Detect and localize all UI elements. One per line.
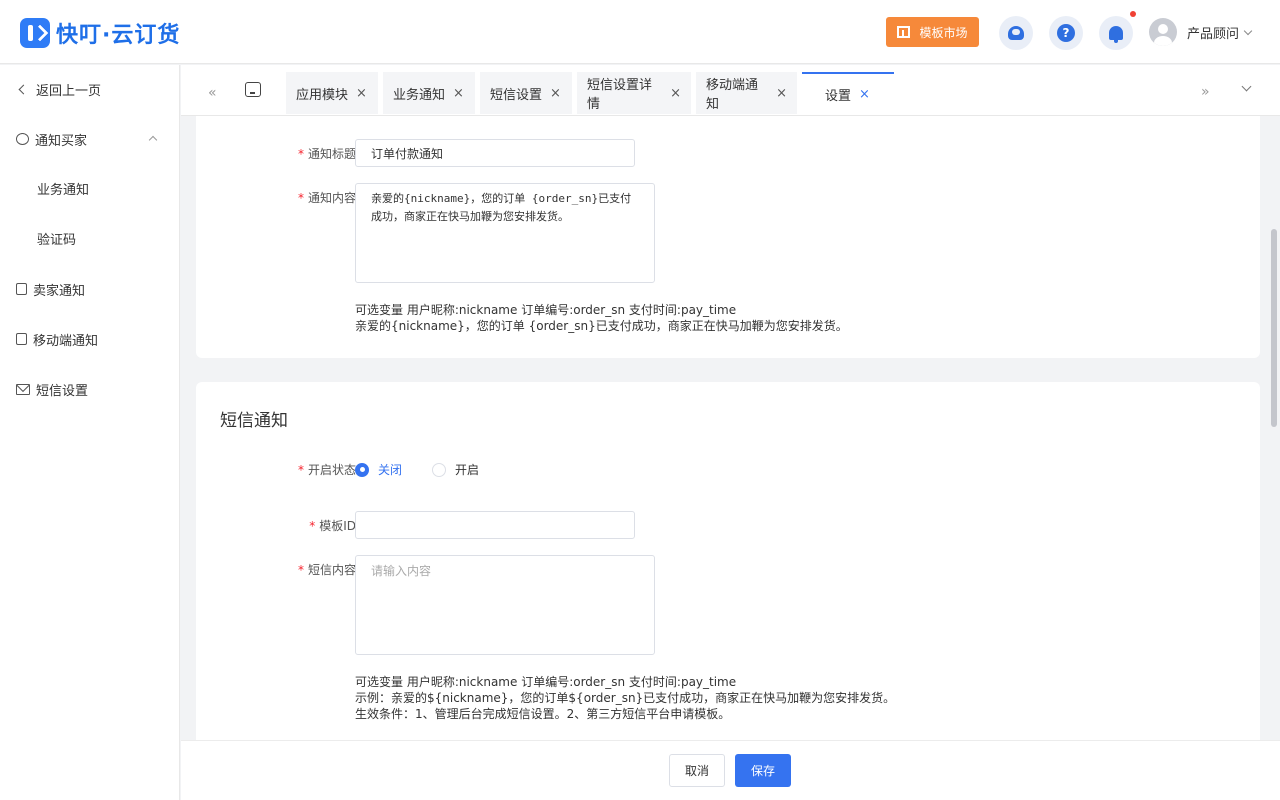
back-link[interactable]: 返回上一页 [0, 69, 179, 109]
cancel-button[interactable]: 取消 [669, 754, 725, 787]
avatar [1149, 18, 1177, 46]
radio-off-label[interactable]: 关闭 [378, 461, 402, 478]
sms-hint-conditions: 生效条件：1、管理后台完成短信设置。2、第三方短信平台申请模板。 [355, 707, 731, 721]
tab-label: 短信设置 [490, 87, 543, 103]
bell-icon [1109, 26, 1123, 43]
footer-bar: 取消 保存 [181, 740, 1280, 800]
template-market-button[interactable]: 模板市场 [886, 17, 979, 47]
top-header: 快叮·云订货 模板市场 ? 产品顾问 [0, 0, 1280, 64]
sidebar-item-sms-settings[interactable]: 短信设置 [0, 369, 179, 409]
close-icon[interactable]: × [670, 86, 681, 101]
tab-mobile-notice[interactable]: 移动端通知 × [696, 72, 797, 114]
notify-content-textarea[interactable]: 亲爱的{nickname}，您的订单 {order_sn}已支付成功，商家正在快… [355, 183, 655, 283]
tab-label: 移动端通知 [706, 78, 759, 112]
close-icon[interactable]: × [859, 87, 870, 102]
tab-app-module[interactable]: 应用模块 × [286, 72, 378, 114]
sidebar-item-notify-seller[interactable]: 卖家通知 [0, 269, 179, 309]
section-title: 短信通知 [220, 411, 288, 431]
sidebar-item-business-notice[interactable]: 业务通知 [0, 168, 179, 208]
template-icon [897, 26, 911, 38]
tabs-bar: « 应用模块 × 业务通知 × 短信设置 × 短信设置详情 × 移动端通知 × … [181, 65, 1280, 116]
scrollbar-thumb[interactable] [1271, 229, 1277, 427]
sidebar-item-label: 验证码 [37, 232, 77, 248]
tab-sms-settings-detail[interactable]: 短信设置详情 × [577, 72, 691, 114]
notify-hint-example: 亲爱的{nickname}，您的订单 {order_sn}已支付成功，商家正在快… [355, 319, 848, 333]
logo-mark-icon [20, 18, 50, 48]
sidebar-item-notify-buyer[interactable]: 通知买家 [0, 119, 179, 159]
sidebar: 返回上一页 通知买家 业务通知 验证码 卖家通知 移动端通知 短信设置 [0, 65, 180, 800]
customer-service-button[interactable] [999, 16, 1033, 50]
status-label: * 开启状态 [297, 463, 356, 477]
sidebar-item-label: 移动端通知 [33, 333, 99, 349]
sms-hint-example: 示例：亲爱的${nickname}，您的订单${order_sn}已支付成功，商… [355, 691, 896, 705]
sidebar-item-label: 通知买家 [35, 133, 88, 149]
chevron-left-icon [18, 84, 29, 94]
user-name: 产品顾问 [1187, 26, 1240, 42]
tab-sms-settings[interactable]: 短信设置 × [480, 72, 572, 114]
content-label: * 通知内容 [297, 191, 356, 205]
sidebar-item-label: 业务通知 [37, 182, 90, 198]
close-icon[interactable]: × [356, 86, 367, 101]
tab-label: 应用模块 [296, 87, 349, 103]
radio-on[interactable] [432, 462, 447, 477]
save-button[interactable]: 保存 [735, 754, 791, 787]
template-market-label: 模板市场 [919, 25, 968, 40]
radio-on-label[interactable]: 开启 [455, 461, 479, 478]
close-icon[interactable]: × [453, 86, 464, 101]
sidebar-item-verification-code[interactable]: 验证码 [0, 218, 179, 258]
sms-content-label: * 短信内容 [297, 563, 356, 577]
close-icon[interactable]: × [550, 86, 561, 101]
tabs-scroll-left-icon[interactable]: « [208, 85, 217, 101]
tab-settings[interactable]: 设置 × [802, 72, 894, 114]
help-icon: ? [1057, 24, 1075, 42]
sms-card: 短信通知 * 开启状态 关闭 开启 * 模板ID * 短信内容 请输入内容 可选变量 … [196, 382, 1260, 740]
headset-icon [1008, 26, 1024, 40]
tab-business-notice[interactable]: 业务通知 × [383, 72, 475, 114]
sms-content-textarea[interactable]: 请输入内容 [355, 555, 655, 655]
tab-label: 设置 [825, 88, 852, 104]
chevron-up-icon [148, 135, 158, 145]
sidebar-item-mobile-notice[interactable]: 移动端通知 [0, 319, 179, 359]
chevron-down-icon[interactable] [1241, 81, 1252, 92]
mail-icon [16, 383, 30, 395]
sidebar-item-label: 卖家通知 [33, 283, 86, 299]
tab-label: 业务通知 [393, 87, 446, 103]
back-label: 返回上一页 [36, 83, 102, 99]
logo-text: 快叮·云订货 [56, 23, 181, 48]
title-label: * 通知标题 [297, 147, 356, 161]
template-id-label: * 模板ID [309, 519, 356, 533]
home-icon[interactable] [245, 82, 261, 97]
chevron-down-icon [1243, 26, 1253, 35]
close-icon[interactable]: × [776, 86, 787, 101]
main-content: * 通知标题 订单付款通知 * 通知内容 亲爱的{nickname}，您的订单 {o… [181, 116, 1269, 740]
tab-label: 短信设置详情 [587, 78, 653, 112]
notify-title-input[interactable]: 订单付款通知 [355, 139, 635, 167]
sidebar-item-label: 短信设置 [36, 383, 89, 399]
chat-icon [16, 133, 29, 145]
notifications-button[interactable] [1099, 16, 1133, 50]
status-radio-group: 关闭 开启 [355, 461, 509, 478]
sms-hint-variables: 可选变量 用户昵称:nickname 订单编号:order_sn 支付时间:pa… [355, 675, 737, 689]
notify-card: * 通知标题 订单付款通知 * 通知内容 亲爱的{nickname}，您的订单 {o… [196, 116, 1260, 358]
help-button[interactable]: ? [1049, 16, 1083, 50]
app-logo[interactable]: 快叮·云订货 [20, 17, 180, 49]
doc-icon [16, 333, 27, 345]
content-scrollbar[interactable] [1269, 116, 1280, 740]
template-id-input[interactable] [355, 511, 635, 539]
notify-hint-variables: 可选变量 用户昵称:nickname 订单编号:order_sn 支付时间:pa… [355, 303, 737, 317]
user-menu[interactable]: 产品顾问 [1149, 18, 1253, 46]
tabs-scroll-right-icon[interactable]: » [1201, 84, 1210, 100]
doc-icon [16, 283, 27, 295]
radio-off[interactable] [355, 462, 369, 477]
notification-dot [1130, 11, 1136, 17]
